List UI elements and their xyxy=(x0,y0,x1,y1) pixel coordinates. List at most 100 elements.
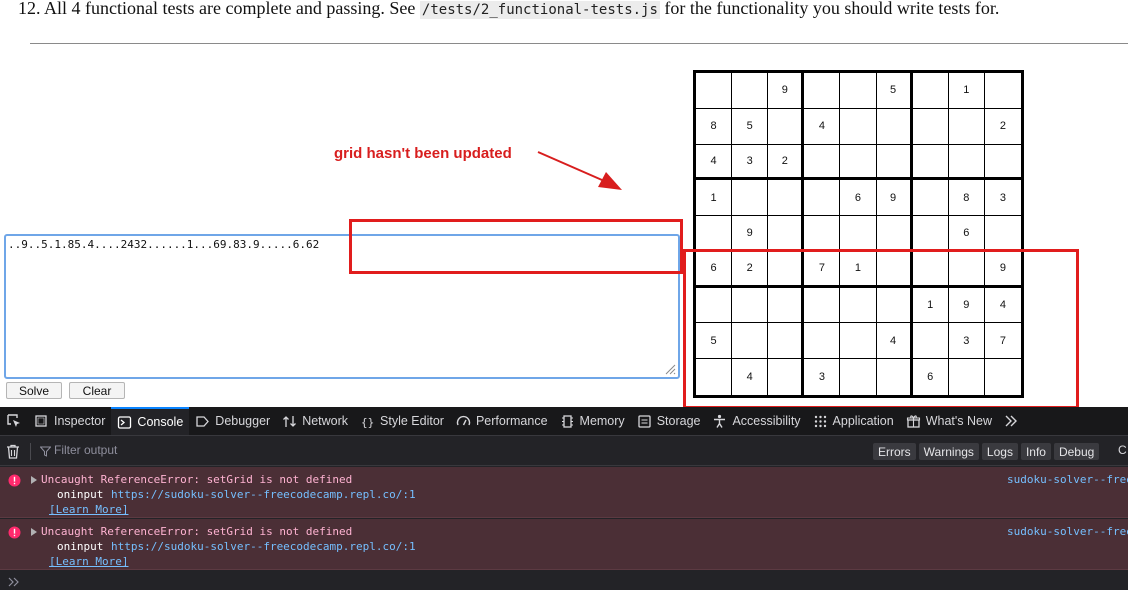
expand-triangle-icon[interactable] xyxy=(31,476,37,484)
error-icon xyxy=(8,474,21,487)
sudoku-cell: 8 xyxy=(948,180,985,217)
tab-application[interactable]: Application xyxy=(807,407,900,435)
filter-info-button[interactable]: Info xyxy=(1020,443,1051,460)
tab-accessibility[interactable]: Accessibility xyxy=(706,407,806,435)
tab-label: Performance xyxy=(475,414,548,428)
sudoku-cell: 1 xyxy=(948,73,985,109)
sudoku-cell xyxy=(804,180,841,217)
console-filter-bar: Filter output Errors Warnings Logs Info Debu… xyxy=(0,437,1128,466)
trash-icon[interactable] xyxy=(6,444,20,459)
sudoku-cell xyxy=(732,180,769,217)
sudoku-cell xyxy=(948,108,985,145)
sudoku-cell xyxy=(984,216,1021,252)
console-input-row[interactable] xyxy=(0,574,1128,590)
tab-label: Application xyxy=(832,414,894,428)
error-title: Uncaught ReferenceError: setGrid is not … xyxy=(41,525,353,538)
accessibility-icon xyxy=(714,414,726,428)
memory-icon xyxy=(561,414,573,428)
tab-label: Style Editor xyxy=(380,414,444,428)
storage-icon xyxy=(638,414,651,428)
tab-debugger[interactable]: Debugger xyxy=(189,407,276,435)
horizontal-rule xyxy=(30,43,1128,44)
puzzle-input-value: ..9..5.1.85.4....2432......1...69.83.9..… xyxy=(8,238,320,251)
sudoku-cell xyxy=(984,73,1021,109)
sudoku-cell: 3 xyxy=(732,144,769,181)
sudoku-cell: 5 xyxy=(876,73,913,109)
instruction-text: 12. All 4 functional tests are complete … xyxy=(18,0,1118,20)
sudoku-cell: 9 xyxy=(732,216,769,252)
tabs-overflow-button[interactable] xyxy=(998,407,1024,435)
filter-truncated-button[interactable]: C xyxy=(1118,443,1128,460)
sudoku-cell xyxy=(732,73,769,109)
inspector-icon xyxy=(35,414,47,427)
sudoku-cell: 3 xyxy=(984,180,1021,217)
tab-network[interactable]: Network xyxy=(276,407,354,435)
tab-memory[interactable]: Memory xyxy=(554,407,631,435)
sudoku-cell xyxy=(912,73,949,109)
annotation-label: grid hasn't been updated xyxy=(334,145,512,162)
sudoku-cell: 1 xyxy=(696,180,733,217)
sudoku-cell xyxy=(696,73,733,109)
sudoku-cell: 9 xyxy=(876,180,913,217)
error-source-link[interactable]: sudoku-solver--freecodecamp.repl.co xyxy=(1007,473,1128,486)
console-error-message[interactable]: Uncaught ReferenceError: setGrid is not … xyxy=(0,519,1128,570)
clear-button[interactable]: Clear xyxy=(69,382,125,399)
filter-warnings-button[interactable]: Warnings xyxy=(918,443,979,460)
filter-output-input[interactable]: Filter output xyxy=(54,443,254,460)
expand-triangle-icon[interactable] xyxy=(31,528,37,536)
instruction-suffix: for the functionality you should write t… xyxy=(659,0,1000,18)
sudoku-cell xyxy=(840,73,877,109)
learn-more-link[interactable]: [Learn More] xyxy=(49,555,128,568)
error-url-link[interactable]: https://sudoku-solver--freecodecamp.repl… xyxy=(111,488,416,501)
tab-inspector[interactable]: Inspector xyxy=(28,407,111,435)
error-url-link[interactable]: https://sudoku-solver--freecodecamp.repl… xyxy=(111,540,416,553)
console-error-message[interactable]: Uncaught ReferenceError: setGrid is not … xyxy=(0,467,1128,518)
filter-debug-button[interactable]: Debug xyxy=(1053,443,1100,460)
tab-storage[interactable]: Storage xyxy=(631,407,707,435)
resize-grip-icon[interactable] xyxy=(664,363,676,375)
chevron-double-right-icon xyxy=(1005,415,1017,427)
network-icon xyxy=(283,415,297,427)
whats-new-icon xyxy=(906,414,920,428)
filter-buttons: Errors Warnings Logs Info Debug xyxy=(873,443,1100,460)
tab-style-editor[interactable]: {} Style Editor xyxy=(354,407,450,435)
sudoku-cell xyxy=(912,216,949,252)
sudoku-cell xyxy=(768,180,805,217)
sudoku-cell: 6 xyxy=(840,180,877,217)
sudoku-cell xyxy=(696,216,733,252)
style-editor-icon: {} xyxy=(361,416,374,429)
instruction-prefix: 12. All 4 functional tests are complete … xyxy=(18,0,420,18)
sudoku-cell xyxy=(948,144,985,181)
sudoku-cell xyxy=(840,216,877,252)
sudoku-cell xyxy=(876,108,913,145)
debugger-icon xyxy=(196,415,210,427)
element-picker-button[interactable] xyxy=(0,407,28,435)
tab-label: Debugger xyxy=(215,414,271,428)
error-function: oninput xyxy=(57,488,104,501)
tab-what-s-new[interactable]: What's New xyxy=(900,407,998,435)
tab-console[interactable]: Console xyxy=(111,407,190,435)
sudoku-cell: 9 xyxy=(768,73,805,109)
error-icon xyxy=(8,526,21,539)
error-source-link[interactable]: sudoku-solver--freecodecamp.repl.co xyxy=(1007,525,1128,538)
sudoku-cell xyxy=(912,180,949,217)
toolbar-separator xyxy=(30,443,31,460)
solve-button[interactable]: Solve xyxy=(6,382,62,399)
sudoku-cell: 6 xyxy=(948,216,985,252)
tab-performance[interactable]: Performance xyxy=(450,407,554,435)
learn-more-link[interactable]: [Learn More] xyxy=(49,503,128,516)
sudoku-cell xyxy=(768,216,805,252)
tab-label: Console xyxy=(137,415,184,429)
filter-errors-button[interactable]: Errors xyxy=(873,443,916,460)
tab-label: Memory xyxy=(579,414,625,428)
error-title: Uncaught ReferenceError: setGrid is not … xyxy=(41,473,353,486)
annotation-arrow-icon xyxy=(537,151,622,190)
sudoku-cell xyxy=(984,145,1021,181)
sudoku-cell xyxy=(804,144,841,181)
sudoku-cell xyxy=(804,73,841,109)
sudoku-cell xyxy=(912,144,949,181)
highlight-box-grid xyxy=(683,249,1079,409)
sudoku-cell: 4 xyxy=(804,108,841,145)
sudoku-cell: 2 xyxy=(768,144,805,181)
filter-logs-button[interactable]: Logs xyxy=(981,443,1018,460)
